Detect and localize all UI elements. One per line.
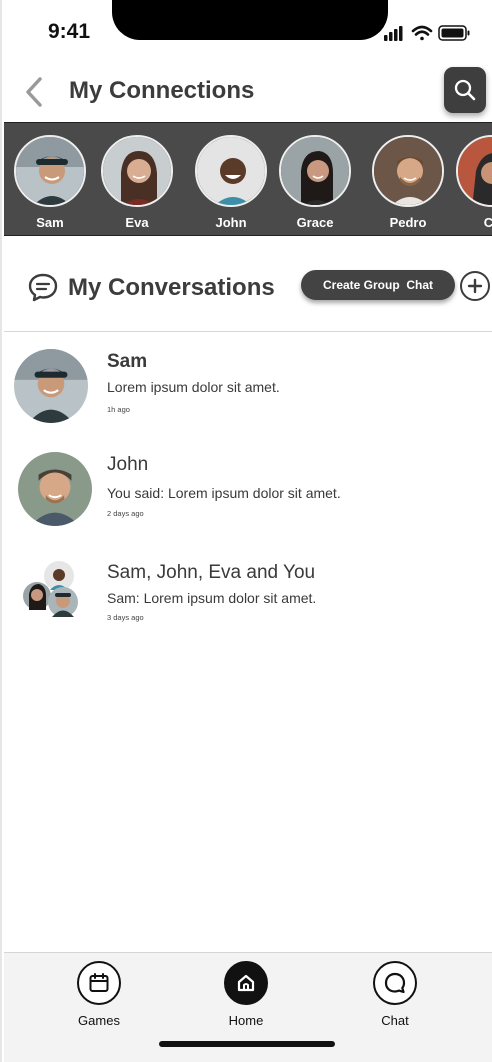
conversation-time: 1h ago [107, 405, 130, 414]
connection-pedro[interactable]: Pedro [370, 135, 446, 230]
connection-name: Pedro [389, 215, 427, 230]
battery-icon [438, 25, 470, 41]
page-title: My Connections [69, 77, 255, 104]
tab-home[interactable]: Home [201, 961, 291, 1028]
tab-label: Games [78, 1013, 120, 1028]
conversation-item[interactable]: John You said: Lorem ipsum dolor sit ame… [2, 452, 492, 544]
divider [4, 331, 492, 332]
conversation-item[interactable]: Sam Lorem ipsum dolor sit amet. 1h ago [2, 349, 492, 441]
tab-icon-circle [373, 961, 417, 1005]
avatar [456, 135, 492, 207]
connection-partial[interactable]: Ca [454, 135, 492, 230]
conversation-item-group[interactable]: Sam, John, Eva and You Sam: Lorem ipsum … [2, 560, 492, 652]
tab-icon-circle [224, 961, 268, 1005]
avatar [101, 135, 173, 207]
avatar [279, 135, 351, 207]
conversation-message: Sam: Lorem ipsum dolor sit amet. [107, 590, 317, 606]
tab-label: Chat [381, 1013, 409, 1028]
status-time: 9:41 [48, 20, 91, 43]
back-chevron-icon[interactable] [20, 76, 50, 108]
status-bar: 9:41 [2, 0, 492, 62]
search-button[interactable] [444, 67, 486, 113]
conversation-name: Sam, John, Eva and You [107, 562, 316, 583]
status-icons [384, 25, 470, 41]
conversation-message: You said: Lorem ipsum dolor sit amet. [107, 485, 341, 501]
create-group-chat-button[interactable]: Create Group Chat [301, 270, 455, 300]
tab-icon-circle [77, 961, 121, 1005]
chat-bubble-icon [28, 273, 58, 302]
home-indicator [159, 1041, 335, 1047]
connection-name: John [215, 215, 247, 230]
conversation-time: 3 days ago [107, 613, 144, 622]
top-header: My Connections [2, 62, 492, 122]
conversations-header: My Conversations Create Group Chat [2, 254, 492, 324]
avatar [14, 135, 86, 207]
signal-icon [384, 26, 403, 41]
connection-name: Ca [454, 215, 492, 230]
connection-eva[interactable]: Eva [99, 135, 175, 230]
group-avatar [22, 560, 82, 620]
avatar [372, 135, 444, 207]
wifi-icon [411, 25, 433, 41]
connection-grace[interactable]: Grace [277, 135, 353, 230]
plus-icon [467, 278, 483, 294]
conversation-name: Sam [107, 351, 148, 372]
conversation-message: Lorem ipsum dolor sit amet. [107, 379, 280, 395]
conversation-time: 2 days ago [107, 509, 144, 518]
device-notch [112, 0, 388, 40]
tab-label: Home [228, 1013, 264, 1028]
calendar-icon [89, 973, 109, 992]
connections-carousel[interactable]: Sam Eva John Grace Pedro [4, 122, 492, 236]
conversation-name: John [107, 454, 149, 475]
conversations-title: My Conversations [68, 274, 275, 301]
connection-name: Grace [296, 215, 334, 230]
phone-screen: 9:41 My Connections Sam Eva John Grace P… [0, 0, 492, 1062]
connection-sam[interactable]: Sam [12, 135, 88, 230]
avatar [18, 452, 92, 526]
avatar [195, 135, 267, 207]
home-icon [237, 974, 255, 992]
chat-icon [384, 972, 406, 994]
tab-chat[interactable]: Chat [350, 961, 440, 1028]
tab-games[interactable]: Games [54, 961, 144, 1028]
add-conversation-button[interactable] [460, 271, 490, 301]
connection-name: Sam [36, 215, 64, 230]
search-icon [454, 79, 476, 101]
connection-name: Eva [125, 215, 149, 230]
connection-john[interactable]: John [193, 135, 269, 230]
avatar [14, 349, 88, 423]
